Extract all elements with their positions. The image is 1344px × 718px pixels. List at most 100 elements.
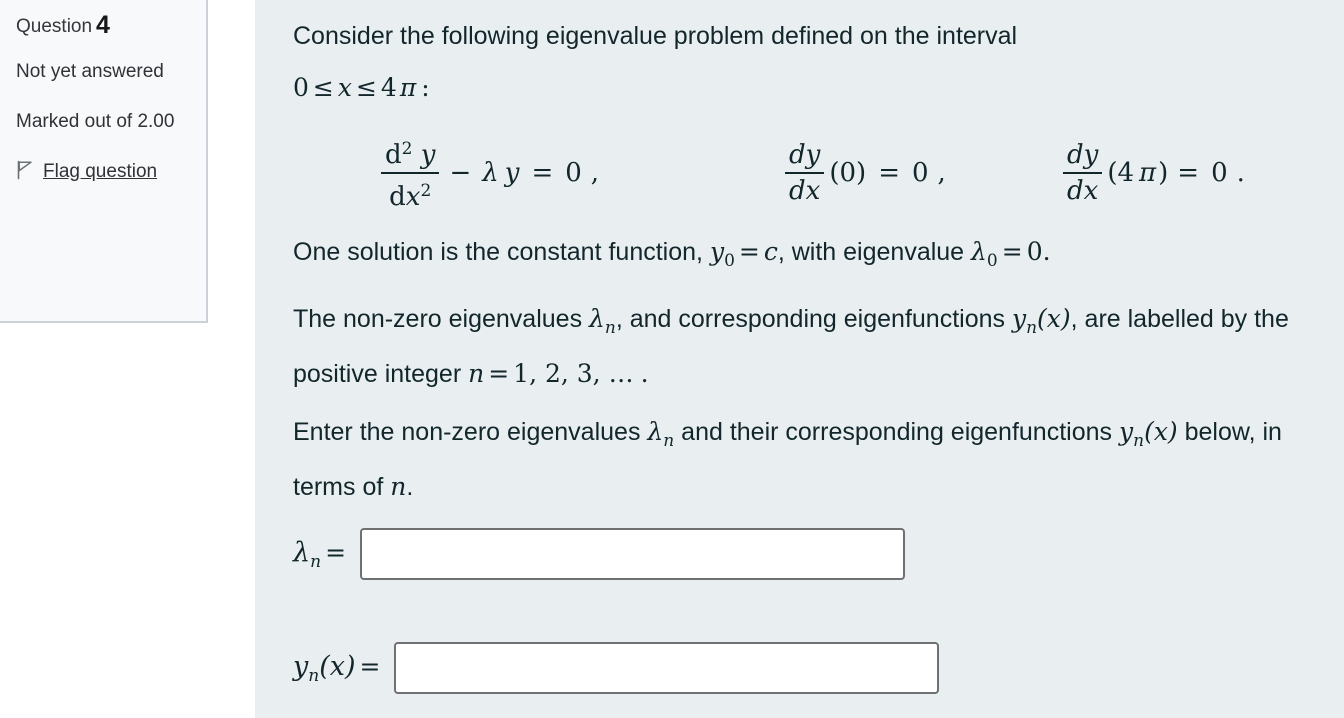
bc2-arg-open: (4 xyxy=(1107,158,1135,188)
const-lambda: λ xyxy=(971,237,987,266)
interval-le-2: ≤ xyxy=(355,73,377,102)
eigenfunction-label-arg: (x) xyxy=(319,650,356,682)
instr-y-arg: (x) xyxy=(1144,417,1178,446)
label-text-1: The non-zero eigenvalues xyxy=(293,305,583,333)
flag-outline-icon xyxy=(16,157,34,193)
const-lambda-sub: 0 xyxy=(986,251,998,271)
bc1-zero: 0 xyxy=(911,158,929,188)
instruction-paragraph: Enter the non-zero eigenvalues λn and th… xyxy=(293,409,1314,510)
question-content-panel: Consider the following eigenvalue proble… xyxy=(255,0,1344,718)
eigenvalue-label-sub: n xyxy=(310,551,322,572)
ode-lambda: λ xyxy=(482,158,499,188)
bc2-equals: = xyxy=(1177,158,1200,188)
instr-text-2: and their corresponding eigenfunctions xyxy=(681,418,1113,446)
bc1-argument: (0) xyxy=(829,158,867,188)
eigenvalue-input[interactable] xyxy=(360,528,906,580)
question-info-panel: Question 4 Not yet answered Marked out of… xyxy=(0,0,208,323)
second-derivative-fraction: d2 y dx2 xyxy=(381,132,440,214)
question-marks: Marked out of 2.00 xyxy=(16,111,175,132)
interval-line: 0 ≤ x ≤4 π: xyxy=(293,65,1314,111)
boundary-condition-2: dy dx (4 π ) = 0 . xyxy=(1061,125,1248,221)
const-zero: 0 xyxy=(1026,237,1043,266)
interval-colon: : xyxy=(421,73,430,102)
label-list: 1, 2, 3, … xyxy=(513,359,634,388)
eigenvalue-answer-row: λn = xyxy=(293,528,1314,580)
flag-question-label: Flag question xyxy=(43,161,158,182)
instr-period: . xyxy=(406,473,414,501)
label-lambda: λ xyxy=(589,304,605,333)
bc1-equals: = xyxy=(878,158,900,188)
eigenfunction-label-equals: = xyxy=(359,651,381,681)
answer-row-spacer xyxy=(293,580,1314,624)
bc2-fraction: dy dx xyxy=(1063,138,1103,208)
label-lambda-sub: n xyxy=(604,318,616,338)
label-period: . xyxy=(640,359,649,388)
label-text-2: , and corresponding eigenfunctions xyxy=(615,305,1006,333)
ode-num-sup: 2 xyxy=(401,139,413,159)
const-equals-2: = xyxy=(1001,237,1023,266)
equation-row: d2 y dx2 − λ y = 0 , dy dx (0) = 0 , dy … xyxy=(293,125,1314,221)
ode-den-sup: 2 xyxy=(420,181,432,201)
question-intro-line: Consider the following eigenvalue proble… xyxy=(293,14,1314,59)
eigenfunction-answer-label: yn(x) = xyxy=(293,651,384,686)
const-period: . xyxy=(1042,237,1051,266)
ode-den-d: d xyxy=(389,182,406,212)
bc1-fraction: dy dx xyxy=(785,138,825,208)
ode-comma: , xyxy=(590,158,600,188)
bc2-arg-pi: π xyxy=(1139,158,1157,188)
question-number: 4 xyxy=(96,11,110,39)
bc1-comma: , xyxy=(937,158,946,188)
ode-den-x: x xyxy=(405,182,421,212)
eigenfunction-input[interactable] xyxy=(394,642,940,694)
ode-equation: d2 y dx2 − λ y = 0 , xyxy=(379,125,602,221)
label-equals: = xyxy=(488,359,510,388)
const-c: c xyxy=(763,237,778,266)
label-y-sub: n xyxy=(1026,318,1038,338)
eigenfunction-label-y: y xyxy=(293,650,309,682)
labelling-paragraph: The non-zero eigenvalues λn, and corresp… xyxy=(293,296,1314,397)
interval-zero: 0 xyxy=(293,73,309,102)
instr-y-sub: n xyxy=(1133,431,1145,451)
constant-solution-paragraph: One solution is the constant function, y… xyxy=(293,229,1314,284)
quiz-question-page: Question 4 Not yet answered Marked out of… xyxy=(0,0,1344,718)
question-heading: Question 4 xyxy=(16,12,190,40)
ode-y: y xyxy=(504,158,520,188)
eigenfunction-answer-row: yn(x) = xyxy=(293,642,1314,694)
const-y-sub: 0 xyxy=(724,251,735,271)
bc1-numerator: dy xyxy=(789,140,821,170)
instr-lambda-sub: n xyxy=(663,431,675,451)
const-y: y xyxy=(709,237,725,266)
ode-num-d: d xyxy=(385,140,402,170)
question-heading-label: Question xyxy=(16,16,93,37)
bc2-zero: 0 xyxy=(1211,158,1228,188)
eigenvalue-answer-label: λn = xyxy=(293,537,350,572)
label-y-arg: (x) xyxy=(1037,304,1071,333)
intro-text: Consider the following eigenvalue proble… xyxy=(293,22,1018,50)
eigenfunction-label-sub: n xyxy=(308,665,320,686)
bc2-period: . xyxy=(1236,158,1245,188)
ode-numerator: d2 y xyxy=(381,132,439,172)
question-status: Not yet answered xyxy=(16,61,164,82)
bc1-denominator: dx xyxy=(789,176,821,206)
interval-le-1: ≤ xyxy=(312,73,334,102)
interval-x: x xyxy=(337,73,352,102)
const-text-before: One solution is the constant function, xyxy=(293,238,703,266)
instr-y: y xyxy=(1118,417,1134,446)
const-text-mid: , with eigenvalue xyxy=(777,238,965,266)
instr-n: n xyxy=(390,472,407,501)
label-y: y xyxy=(1011,304,1027,333)
ode-zero: 0 xyxy=(565,158,582,188)
boundary-condition-1: dy dx (0) = 0 , xyxy=(783,125,949,221)
ode-num-y: y xyxy=(420,140,436,170)
instr-lambda: λ xyxy=(647,417,664,446)
eigenvalue-label-equals: = xyxy=(325,537,347,567)
interval-pi: π xyxy=(399,73,417,102)
label-n: n xyxy=(468,359,485,388)
ode-equals: = xyxy=(531,158,554,188)
flag-question-link[interactable]: Flag question xyxy=(16,154,190,193)
bc2-arg-close: ) xyxy=(1158,158,1169,188)
interval-four: 4 xyxy=(380,73,397,102)
bc2-numerator: dy xyxy=(1067,140,1099,170)
eigenvalue-label-lambda: λ xyxy=(293,536,311,568)
ode-denominator: dx2 xyxy=(385,174,435,214)
